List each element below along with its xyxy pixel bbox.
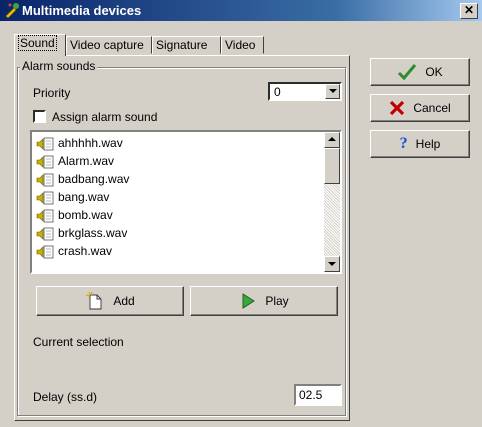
scroll-up-button[interactable] [324,132,340,148]
list-item[interactable]: badbang.wav [36,172,129,188]
tab-video-capture-label: Video capture [70,38,144,52]
file-name: badbang.wav [58,172,130,186]
ok-button[interactable]: OK [370,58,470,86]
add-button[interactable]: Add [36,286,184,316]
file-name: Alarm.wav [58,154,115,168]
play-button[interactable]: Play [190,286,338,316]
priority-dropdown-button[interactable] [325,84,340,99]
file-name: brkglass.wav [58,226,128,240]
app-icon [5,3,19,18]
tab-sound[interactable]: Sound [14,34,66,56]
tab-signature[interactable]: Signature [152,36,221,54]
play-icon [242,293,256,309]
tab-video-capture[interactable]: Video capture [66,36,152,54]
list-item[interactable]: crash.wav [36,244,112,260]
speaker-file-icon [36,209,54,223]
speaker-file-icon [36,245,54,259]
list-scrollbar[interactable] [324,132,340,272]
ok-button-label: OK [425,65,443,79]
arrow-up-icon [328,137,336,141]
speaker-file-icon [36,191,54,205]
delay-field[interactable]: 02.5 [294,384,342,406]
list-item[interactable]: bomb.wav [36,208,113,224]
file-name: bomb.wav [58,208,113,222]
multimedia-devices-dialog: Multimedia devices ✕ Sound Video capture… [0,0,482,427]
window-title: Multimedia devices [22,3,142,18]
question-mark-icon: ? [399,135,408,152]
cancel-button[interactable]: Cancel [370,94,470,122]
speaker-file-icon [36,155,54,169]
tab-signature-label: Signature [156,38,208,52]
list-item[interactable]: Alarm.wav [36,154,114,170]
scroll-thumb[interactable] [324,148,340,184]
tab-video-label: Video [225,38,256,52]
cancel-button-label: Cancel [413,101,451,115]
speaker-file-icon [36,227,54,241]
speaker-file-icon [36,173,54,187]
help-button-label: Help [415,137,441,151]
file-name: crash.wav [58,244,113,258]
checkmark-icon [398,64,417,81]
close-x-icon [390,100,405,116]
list-item[interactable]: brkglass.wav [36,226,127,242]
tab-video[interactable]: Video [221,36,264,54]
chevron-down-icon [328,89,337,93]
current-selection-label: Current selection [33,335,124,349]
play-button-label: Play [265,294,289,308]
assign-alarm-sound-label: Assign alarm sound [52,110,158,124]
scroll-down-button[interactable] [324,256,340,272]
close-button[interactable]: ✕ [460,3,478,19]
new-file-icon [86,291,102,310]
alarm-sounds-group-title: Alarm sounds [20,59,98,73]
sound-file-list[interactable]: ahhhhh.wav Alarm.wav badbang.wav bang.wa… [30,130,342,274]
add-button-label: Add [113,294,135,308]
help-button[interactable]: ? Help [370,130,470,158]
tab-sound-label: Sound [18,35,57,51]
file-name: bang.wav [58,190,110,204]
delay-label: Delay (ss.d) [33,390,98,404]
priority-label: Priority [33,86,71,100]
speaker-file-icon [36,137,54,151]
assign-alarm-sound-checkbox[interactable] [33,110,46,123]
list-item[interactable]: ahhhhh.wav [36,136,123,152]
priority-select[interactable]: 0 [268,82,342,101]
title-bar: Multimedia devices ✕ [0,0,482,21]
list-item[interactable]: bang.wav [36,190,109,206]
priority-value: 0 [274,85,281,99]
file-name: ahhhhh.wav [58,136,123,150]
arrow-down-icon [328,262,336,266]
